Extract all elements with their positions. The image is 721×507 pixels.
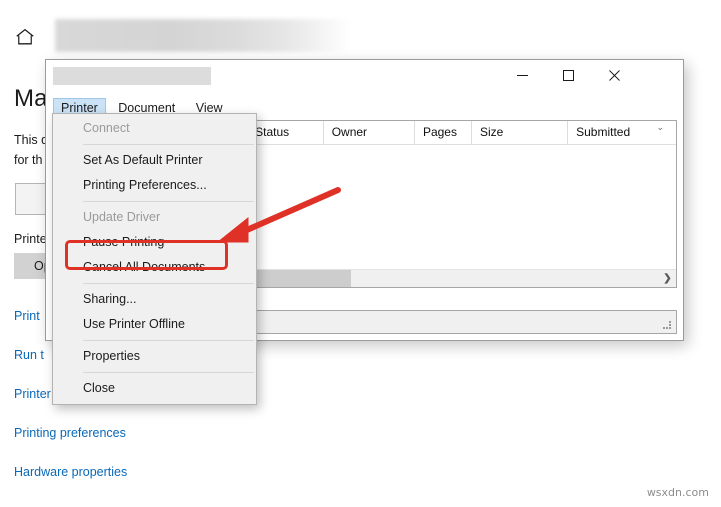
resize-grip-icon[interactable] (661, 319, 673, 331)
sort-chevron-down-icon: ⌄ (656, 122, 664, 132)
menu-separator (83, 201, 254, 202)
menu-separator (83, 144, 254, 145)
menu-separator (83, 340, 254, 341)
maximize-icon[interactable] (545, 60, 591, 90)
link-printing-preferences[interactable]: Printing preferences (14, 426, 126, 440)
redacted-breadcrumb (55, 19, 350, 52)
column-header-status[interactable]: Status (247, 121, 324, 144)
link-run-troubleshooter[interactable]: Run t (14, 348, 44, 362)
printer-status-label: Printe (14, 232, 47, 246)
scroll-right-arrow-icon[interactable]: ❯ (659, 270, 676, 287)
menu-item-cancel-all-documents[interactable]: Cancel All Documents (53, 255, 256, 280)
window-title-bar[interactable] (46, 60, 683, 98)
menu-separator (83, 372, 254, 373)
menu-item-printing-preferences[interactable]: Printing Preferences... (53, 173, 256, 198)
menu-item-sharing[interactable]: Sharing... (53, 287, 256, 312)
menu-item-update-driver[interactable]: Update Driver (53, 205, 256, 230)
watermark: wsxdn.com (646, 486, 709, 499)
menu-item-properties[interactable]: Properties (53, 344, 256, 369)
home-icon[interactable] (14, 26, 36, 48)
link-hardware-properties[interactable]: Hardware properties (14, 465, 127, 479)
menu-item-use-printer-offline[interactable]: Use Printer Offline (53, 312, 256, 337)
window-title-redacted (53, 67, 211, 85)
column-header-pages[interactable]: Pages (415, 121, 472, 144)
menu-item-set-as-default-printer[interactable]: Set As Default Printer (53, 148, 256, 173)
minimize-icon[interactable] (499, 60, 545, 90)
menu-item-connect[interactable]: Connect (53, 116, 256, 141)
menu-separator (83, 283, 254, 284)
link-print-test-page[interactable]: Print (14, 309, 40, 323)
printer-dropdown-menu: Connect Set As Default Printer Printing … (52, 113, 257, 405)
column-header-size[interactable]: Size (472, 121, 569, 144)
menu-item-close[interactable]: Close (53, 376, 256, 401)
close-icon[interactable] (591, 60, 637, 90)
menu-item-pause-printing[interactable]: Pause Printing (53, 230, 256, 255)
column-header-owner[interactable]: Owner (324, 121, 415, 144)
